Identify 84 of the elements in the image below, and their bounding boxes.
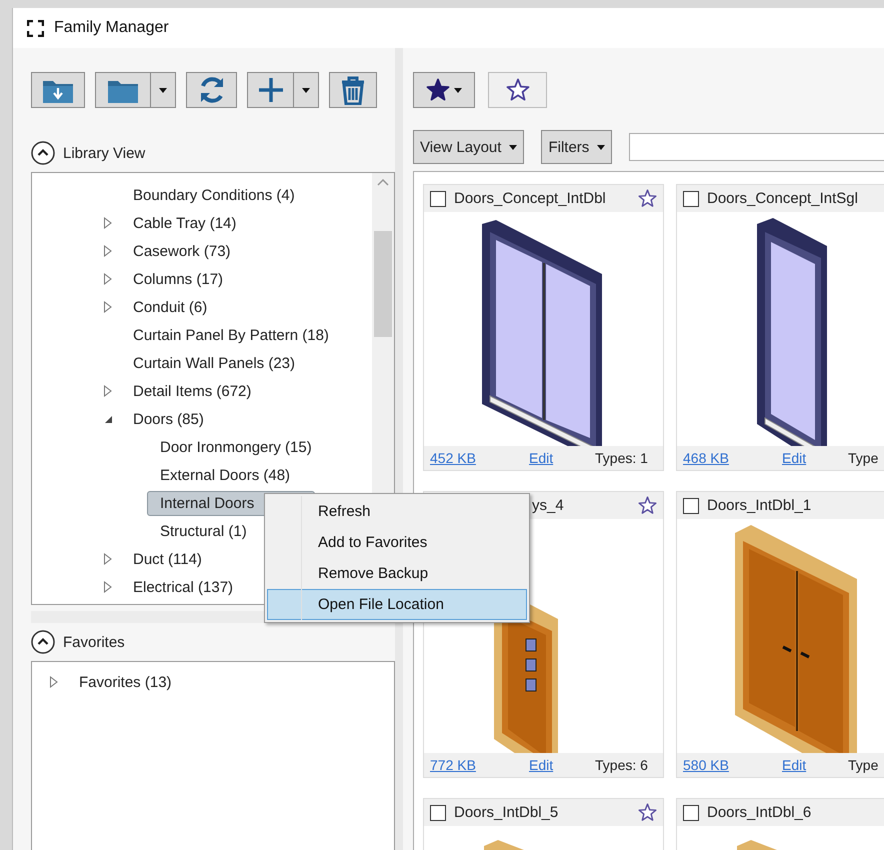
family-name: Doors_IntDbl_6 (707, 804, 812, 821)
collapse-icon (31, 141, 55, 165)
file-size-link[interactable]: 580 KB (683, 757, 729, 773)
caret-icon (454, 88, 462, 92)
tree-item[interactable]: Detail Items (672) (120, 378, 262, 404)
favorites-dropdown-button[interactable] (413, 72, 475, 108)
file-size-link[interactable]: 772 KB (430, 757, 476, 773)
family-name: Doors_IntDbl_1 (707, 497, 812, 514)
types-count: Types: 1 (595, 450, 648, 466)
tree-item[interactable]: Duct (114) (120, 546, 213, 572)
import-button[interactable] (31, 72, 85, 108)
file-size-link[interactable]: 452 KB (430, 450, 476, 466)
checkbox[interactable] (683, 190, 699, 206)
family-card[interactable]: Doors_IntDbl_6 (676, 798, 884, 850)
star-icon (426, 78, 450, 102)
collapsed-arrow-icon[interactable] (49, 676, 59, 688)
star-icon[interactable] (638, 803, 657, 822)
collapsed-arrow-icon[interactable] (103, 301, 113, 313)
delete-button[interactable] (329, 72, 377, 108)
collapsed-arrow-icon[interactable] (103, 217, 113, 229)
edit-link[interactable]: Edit (529, 757, 554, 773)
section-title: Library View (63, 144, 146, 162)
tree-item[interactable]: Electrical (137) (120, 574, 244, 600)
scroll-up-icon (377, 179, 389, 186)
dropdown-button[interactable] (294, 72, 319, 108)
caret-icon (302, 88, 310, 92)
collapsed-arrow-icon[interactable] (103, 385, 113, 397)
tree-item[interactable]: Doors (85) (120, 406, 215, 432)
star-outline-icon (506, 78, 530, 102)
checkbox[interactable] (430, 190, 446, 206)
add-favorite-button[interactable] (488, 72, 547, 108)
filters-dropdown[interactable]: Filters (541, 130, 612, 164)
add-button[interactable] (247, 72, 294, 108)
family-name: Doors_Concept_IntDbl (454, 190, 607, 207)
checkbox[interactable] (430, 804, 446, 820)
tree-item[interactable]: Favorites (13) (66, 670, 183, 694)
edit-link[interactable]: Edit (529, 450, 554, 466)
family-name: Doors_Concept_IntSgl (707, 190, 859, 207)
checkbox[interactable] (683, 498, 699, 514)
collapsed-arrow-icon[interactable] (103, 581, 113, 593)
caret-icon (509, 144, 518, 150)
tree-item[interactable]: Curtain Panel By Pattern (18) (120, 322, 340, 348)
menu-item[interactable]: Open File Location (267, 589, 527, 620)
tree-item[interactable]: Casework (73) (120, 238, 242, 264)
star-icon[interactable] (638, 496, 657, 515)
types-count: Types: 6 (595, 757, 648, 773)
tree-item[interactable]: External Doors (48) (147, 462, 302, 488)
tree-item[interactable]: Conduit (6) (120, 294, 218, 320)
family-card[interactable]: Doors_IntDbl_5 (423, 798, 664, 850)
refresh-button[interactable] (186, 72, 237, 108)
tree-item[interactable]: Door Ironmongery (15) (147, 434, 323, 460)
collapsed-arrow-icon[interactable] (103, 273, 113, 285)
view-layout-dropdown[interactable]: View Layout (413, 130, 524, 164)
caret-icon (159, 88, 167, 92)
family-card[interactable]: Doors_Concept_IntDbl 452 KB Edit Types: 1 (423, 184, 664, 471)
tree-item[interactable]: Curtain Wall Panels (23) (120, 350, 306, 376)
types-count: Type (848, 757, 878, 773)
types-count: Type (848, 450, 878, 466)
edit-link[interactable]: Edit (782, 450, 806, 466)
dropdown-button[interactable] (151, 72, 176, 108)
tree-item[interactable]: Columns (17) (120, 266, 234, 292)
file-size-link[interactable]: 468 KB (683, 450, 729, 466)
window-title: Family Manager (54, 19, 169, 37)
family-name: ys_4 (531, 497, 565, 514)
collapsed-arrow-icon[interactable] (103, 245, 113, 257)
collapse-icon (31, 630, 55, 654)
collapsed-arrow-icon[interactable] (103, 553, 113, 565)
tree-item[interactable]: Cable Tray (14) (120, 210, 248, 236)
section-title: Favorites (63, 634, 125, 650)
plus-icon (256, 76, 284, 104)
family-name: Doors_IntDbl_5 (454, 804, 560, 821)
family-card[interactable]: Doors_IntDbl_1 580 KB Edit Type (676, 491, 884, 778)
scroll-thumb[interactable] (374, 231, 392, 337)
app-logo-icon (27, 20, 44, 36)
expanded-arrow-icon[interactable] (104, 414, 112, 424)
edit-link[interactable]: Edit (782, 757, 806, 773)
star-icon[interactable] (638, 189, 657, 208)
caret-icon (597, 144, 606, 150)
search-field[interactable] (629, 133, 884, 161)
open-folder-button[interactable] (95, 72, 151, 108)
tree-item[interactable]: Structural (1) (147, 518, 258, 544)
family-card[interactable]: Doors_Concept_IntSgl 468 KB Edit Type (676, 184, 884, 471)
checkbox[interactable] (683, 804, 699, 820)
tree-item[interactable]: Boundary Conditions (4) (120, 182, 306, 208)
